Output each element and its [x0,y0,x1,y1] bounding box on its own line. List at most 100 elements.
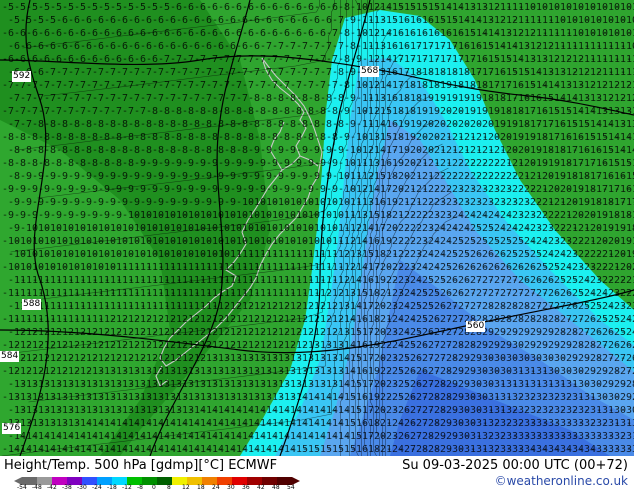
isotherm-value: -9 [212,197,224,208]
isotherm-value: -9 [8,223,20,234]
isotherm-value: -7 [92,93,104,104]
isotherm-value: -6 [2,28,14,39]
isotherm-value: -7 [218,54,230,65]
isotherm-value: -9 [62,210,74,221]
isotherm-value: -7 [110,80,122,91]
isotherm-value: -5 [8,15,20,26]
isotherm-value: -7 [98,80,110,91]
isotherm-value: -8 [20,145,32,156]
isotherm-value: -9 [38,210,50,221]
isotherm-value: -7 [122,80,134,91]
isotherm-value: -9 [176,171,188,182]
isotherm-value: -6 [170,28,182,39]
isotherm-value: -7 [116,93,128,104]
legend-tick-label: -12 [122,484,132,490]
isotherm-value: -5 [86,2,98,13]
isotherm-value: -9 [68,197,80,208]
isotherm-value: -9 [296,145,308,156]
isotherm-value: -7 [14,106,26,117]
isotherm-value: -8 [74,158,86,169]
isotherm-value: -9 [302,158,314,169]
isotherm-value: -9 [158,184,170,195]
isotherm-value: -7 [44,93,56,104]
isotherm-value: -9 [338,106,350,117]
isotherm-value: -6 [2,54,14,65]
isotherm-value: -6 [224,41,236,52]
legend-tick-label: 24 [212,484,220,490]
isotherm-value: -7 [56,67,68,78]
isotherm-value: -23 [626,314,634,325]
legend-tick-label: -42 [47,484,57,490]
legend-tick-label: -54 [17,484,27,490]
legend-tick-label: -38 [62,484,72,490]
legend-tick-label: 54 [287,484,295,490]
isotherm-value: -5 [146,2,158,13]
isotherm-value: -8 [38,158,50,169]
isotherm-value: -6 [212,41,224,52]
isotherm-value: -9 [20,171,32,182]
isotherm-value: -6 [128,15,140,26]
isotherm-value: -8 [206,106,218,117]
isotherm-value: -8 [116,119,128,130]
isotherm-value: -8 [308,93,320,104]
isotherm-value: -6 [86,54,98,65]
isotherm-value: -7 [194,54,206,65]
isotherm-value: -7 [152,93,164,104]
isotherm-value: -6 [128,41,140,52]
isotherm-value: -7 [194,80,206,91]
isotherm-value: -7 [122,106,134,117]
isotherm-value: -7 [38,80,50,91]
isotherm-value: -7 [104,93,116,104]
isotherm-value: -8 [314,106,326,117]
isotherm-value: -6 [80,15,92,26]
isotherm-value: -9 [266,158,278,169]
isotherm-value: -8 [2,132,14,143]
isotherm-value: -6 [110,54,122,65]
isotherm-value: -7 [92,67,104,78]
isotherm-value: -32 [626,444,634,455]
isotherm-value: -6 [320,15,332,26]
isotherm-value: -6 [194,28,206,39]
isotherm-value: -6 [50,28,62,39]
isotherm-value: -8 [332,93,344,104]
isotherm-value: -7 [272,41,284,52]
isotherm-value: -7 [176,93,188,104]
isotherm-value: -7 [32,93,44,104]
isotherm-value: -9 [98,210,110,221]
isotherm-value: -7 [104,67,116,78]
height-label-568: 568 [360,66,380,77]
isotherm-value: -6 [248,41,260,52]
isotherm-value: -6 [230,2,242,13]
isotherm-value: -6 [176,41,188,52]
isotherm-value: -7 [158,80,170,91]
legend-tick-label: -30 [77,484,87,490]
isotherm-value: -5 [74,2,86,13]
isotherm-value: -7 [164,67,176,78]
isotherm-value: -6 [230,28,242,39]
isotherm-value: -7 [86,80,98,91]
isotherm-value: -6 [176,15,188,26]
isotherm-value: -8 [110,158,122,169]
isotherm-value: -28 [626,392,634,403]
isotherm-value: -5 [50,2,62,13]
isotherm-value: -6 [116,15,128,26]
isotherm-value: -8 [302,132,314,143]
isotherm-value: -9 [116,171,128,182]
isotherm-value: -5 [26,2,38,13]
isotherm-value: -7 [188,67,200,78]
isotherm-value: -7 [236,93,248,104]
height-label-576: 576 [2,423,22,434]
isotherm-value: -7 [8,119,20,130]
legend-tick-label: 18 [197,484,205,490]
isotherm-value: -8 [338,54,350,65]
isotherm-value: -8 [182,132,194,143]
isotherm-value: -6 [164,15,176,26]
isotherm-value: -8 [62,158,74,169]
isotherm-value: -8 [338,80,350,91]
isotherm-value: -8 [212,119,224,130]
isotherm-value: -7 [176,67,188,78]
isotherm-value: -7 [266,54,278,65]
isotherm-value: -7 [8,93,20,104]
isotherm-value: -6 [314,2,326,13]
isotherm-value: -7 [314,54,326,65]
